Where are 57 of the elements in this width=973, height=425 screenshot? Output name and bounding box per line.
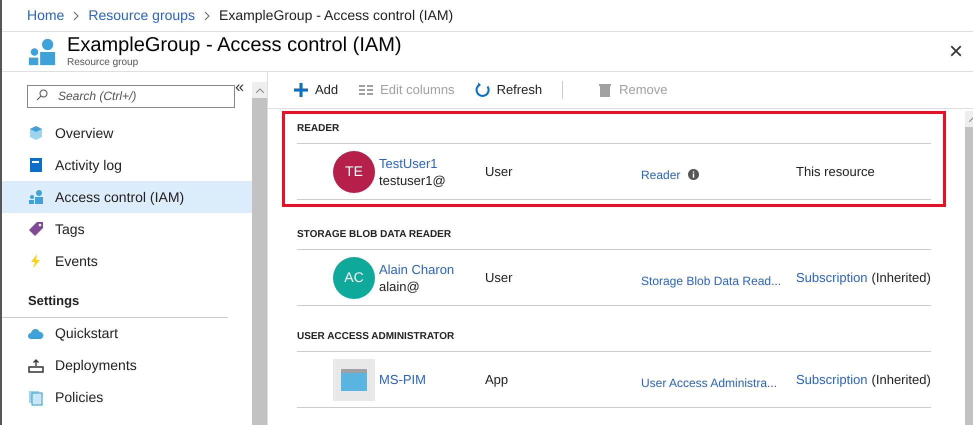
people-icon [28,189,44,205]
group-heading: USER ACCESS ADMINISTRATOR [297,322,931,352]
role-link[interactable]: User Access Administra... [641,374,778,392]
book-icon [28,157,44,173]
member-type: User [485,268,514,287]
role-link[interactable]: Storage Blob Data Read... [641,272,782,290]
tag-icon [28,221,44,237]
member-name-link[interactable]: TestUser1 [379,154,485,172]
chevron-icon [72,10,80,20]
sidebar-item[interactable]: Deployments [2,350,252,382]
collapse-button[interactable]: « [235,76,244,100]
role-link[interactable]: Reader [641,166,680,184]
people-icon [27,36,57,66]
scope-link[interactable]: Subscription [796,370,868,390]
refresh-icon [474,82,491,98]
scope-note: (Inherited) [872,370,931,389]
scope-text: This resource [796,162,875,181]
sidebar-item[interactable]: Quickstart [2,318,252,350]
toolbar-button[interactable]: Refresh [474,80,542,100]
breadcrumb-current: ExampleGroup - Access control (IAM) [218,6,454,25]
search-field[interactable]: Search (Ctrl+/) [27,84,236,108]
group-heading: STORAGE BLOB DATA READER [297,220,931,250]
toolbar-button[interactable]: Add [293,80,338,100]
sidebar-item[interactable]: Access control (IAM) [2,181,252,213]
sidebar-item[interactable]: Events [2,245,252,277]
search-icon [36,89,48,101]
group-heading: READER [297,114,931,144]
scope-note: (Inherited) [872,268,931,287]
sidebar-item[interactable]: Tags [2,213,252,245]
info-icon [688,169,700,180]
cube-icon [28,125,44,141]
user-avatar: TE [333,150,375,192]
page-title: ExampleGroup - Access control (IAM) [67,35,402,55]
member-type: User [485,162,514,181]
member-email: alain@ [379,278,421,294]
close-button[interactable]: × [948,40,963,64]
documents-icon [28,390,44,406]
member-email: testuser1@ [379,172,447,188]
scope-link[interactable]: Subscription [796,268,868,288]
sidebar-item[interactable]: Activity log [2,149,252,181]
plus-icon [293,82,309,98]
section-heading: Settings [2,291,228,318]
sidebar-item[interactable]: Policies [2,382,252,414]
breadcrumb-link[interactable]: Home [27,5,64,26]
member-name-link[interactable]: Alain Charon [379,260,485,278]
trash-icon [597,82,614,98]
page-subtitle: Resource group [67,58,140,68]
member-type: App [485,370,510,389]
deployment-icon [28,358,44,374]
columns-icon [358,82,374,98]
scrollbar[interactable] [252,82,267,425]
breadcrumb-link[interactable]: Resource groups [88,5,195,26]
chevron-icon [202,10,211,20]
member-name-link[interactable]: MS-PIM [379,371,485,388]
app-icon [333,358,375,400]
sidebar-item[interactable]: Overview [2,117,252,149]
user-avatar: AC [333,256,375,298]
